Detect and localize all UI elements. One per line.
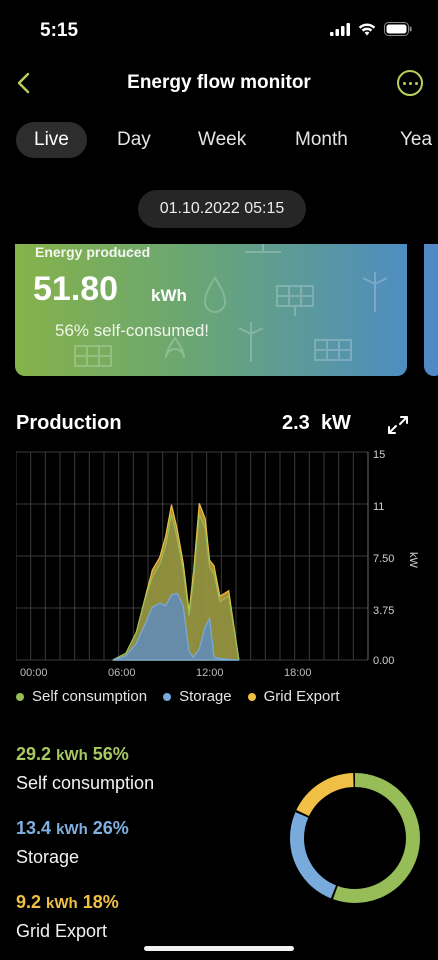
x-tick-label: 06:00 [108, 667, 136, 679]
tab-week[interactable]: Week [198, 122, 246, 158]
status-bar: 5:15 [0, 0, 438, 62]
expand-icon[interactable] [385, 413, 411, 437]
stat-name: Self consumption [16, 773, 155, 793]
legend-dot [247, 692, 256, 701]
self-consumed-text: 56% self-consumed! [55, 321, 210, 340]
page-title: Energy flow monitor [127, 72, 311, 93]
y-tick-label: 15 [373, 450, 385, 461]
y-tick-label: 0.00 [373, 655, 394, 667]
stat-unit: kWh [56, 747, 88, 764]
legend-self-consumption: Self consumption [16, 688, 147, 705]
stat-number: 13.4 [16, 818, 52, 838]
stat-percent: 56% [92, 744, 129, 764]
date-selector[interactable]: 01.10.2022 05:15 [138, 190, 306, 228]
stat-value: 13.4 kWh 26% [16, 818, 129, 839]
x-tick-label: 12:00 [196, 667, 224, 679]
tab-live[interactable]: Live [16, 122, 87, 158]
legend-dot [163, 692, 172, 701]
stat-percent: 26% [92, 818, 129, 838]
x-tick-label: 18:00 [284, 667, 312, 679]
status-time: 5:15 [40, 20, 79, 41]
period-tabs: Live Day Week Month Yea [0, 118, 438, 162]
next-card-peek[interactable] [424, 244, 438, 376]
y-axis-label: kW [407, 552, 419, 569]
energy-produced-value: 51.80 [33, 270, 119, 308]
stat-number: 9.2 [16, 892, 42, 912]
y-tick-label: 11 [373, 501, 384, 513]
legend-dot [16, 692, 24, 701]
production-title: Production [16, 412, 122, 434]
energy-produced-unit: kWh [151, 286, 187, 305]
legend-grid-export: Grid Export [247, 688, 340, 705]
energy-distribution-donut[interactable] [285, 768, 425, 908]
stat-grid-export: 9.2 kWh 18% Grid Export [16, 892, 119, 942]
battery-icon [384, 22, 412, 36]
tab-day[interactable]: Day [117, 122, 151, 158]
nav-bar: Energy flow monitor [0, 62, 438, 106]
stat-name: Grid Export [16, 921, 108, 941]
wifi-icon [358, 23, 376, 35]
production-value: 2.3 kW [282, 412, 351, 435]
stat-number: 29.2 [16, 744, 52, 764]
legend-label: Self consumption [32, 688, 148, 705]
card-label: Energy produced [35, 244, 151, 260]
stat-unit: kWh [56, 821, 88, 838]
home-indicator [144, 946, 294, 951]
stat-unit: kWh [46, 895, 78, 912]
legend-label: Grid Export [263, 688, 340, 705]
production-chart[interactable]: 00:00 06:00 12:00 18:00 15 11 7.50 3.75 0.00 kW [16, 450, 420, 682]
tab-month[interactable]: Month [295, 122, 348, 158]
legend-label: Storage [179, 688, 232, 705]
chart-legend: Self consumption Storage Grid Export [16, 688, 339, 705]
status-icons [330, 22, 412, 36]
signal-icon [330, 22, 350, 36]
stat-value: 29.2 kWh 56% [16, 744, 154, 765]
legend-storage: Storage [163, 688, 232, 705]
tab-year[interactable]: Yea [400, 122, 432, 158]
production-kw-unit: kW [320, 412, 351, 434]
stat-name: Storage [16, 847, 80, 867]
energy-produced-card[interactable]: Energy produced 51.80 kWh 56% self-consu… [15, 244, 407, 376]
y-tick-label: 3.75 [373, 605, 394, 617]
x-tick-label: 00:00 [20, 667, 48, 679]
stat-value: 9.2 kWh 18% [16, 892, 119, 913]
stat-self-consumption: 29.2 kWh 56% Self consumption [16, 744, 154, 794]
stat-storage: 13.4 kWh 26% Storage [16, 818, 129, 868]
stat-percent: 18% [82, 892, 119, 912]
y-tick-label: 7.50 [373, 553, 394, 565]
more-options-icon[interactable] [397, 70, 423, 96]
energy-pattern-icons [74, 244, 388, 367]
production-kw-value: 2.3 [282, 412, 310, 434]
